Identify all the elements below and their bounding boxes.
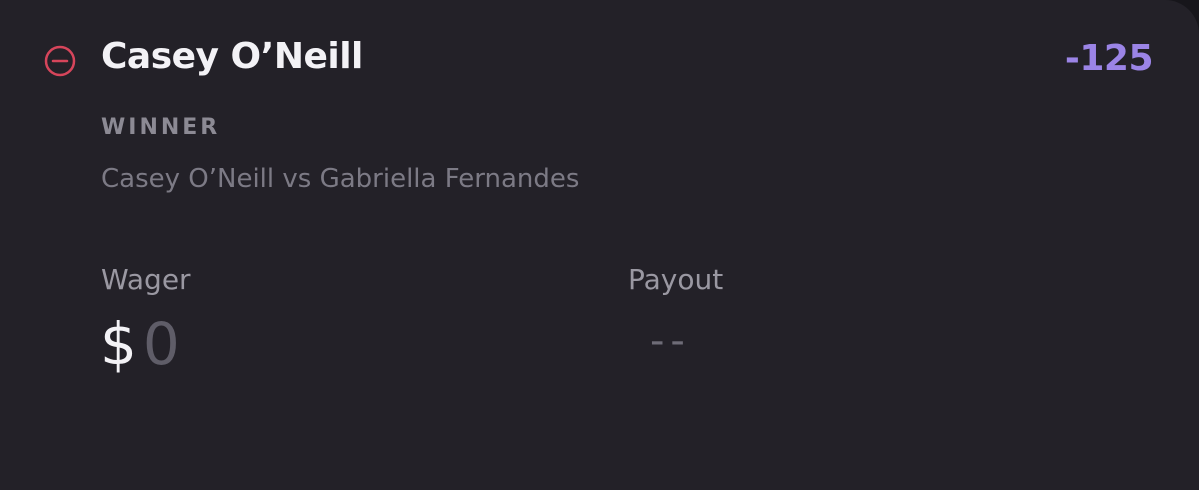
- bet-slip-card: Casey O’Neill -125 WINNER Casey O’Neill …: [0, 0, 1199, 490]
- matchup-text: Casey O’Neill vs Gabriella Fernandes: [101, 164, 580, 194]
- wager-label: Wager: [101, 263, 191, 296]
- payout-value: --: [650, 318, 691, 364]
- wager-amount-placeholder: 0: [142, 310, 180, 378]
- odds-value: -125: [1064, 38, 1154, 79]
- minus-circle-icon: [44, 45, 76, 77]
- selection-name: Casey O’Neill: [101, 36, 363, 77]
- market-type-label: WINNER: [101, 115, 221, 140]
- wager-amount-input[interactable]: $ 0: [100, 306, 180, 382]
- currency-symbol: $: [100, 310, 137, 378]
- remove-selection-button[interactable]: [44, 45, 76, 77]
- payout-label: Payout: [628, 263, 724, 296]
